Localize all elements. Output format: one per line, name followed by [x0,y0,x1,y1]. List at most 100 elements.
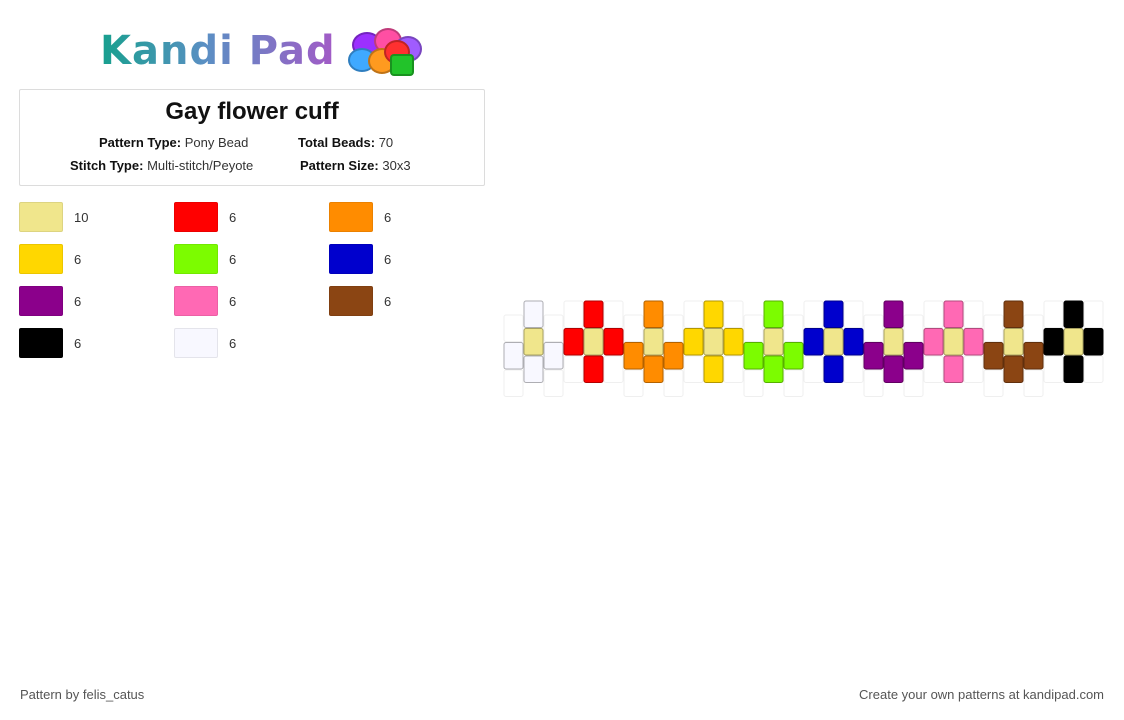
bead [763,355,784,383]
legend-item: 6 [329,286,391,316]
bead-count: 6 [384,251,392,267]
bead [503,342,524,370]
bead [823,355,844,383]
bead [863,342,884,370]
bead [1063,328,1084,356]
color-swatch [329,202,373,232]
bead [923,328,944,356]
bead [903,314,924,342]
bead [1043,328,1064,356]
bead [543,369,564,397]
pattern-author: Pattern by felis_catus [20,687,145,702]
bead [623,369,644,397]
bead [763,328,784,356]
bead [943,355,964,383]
color-swatch [174,244,218,274]
bead [783,369,804,397]
bead [843,355,864,383]
pattern-title: Gay flower cuff [165,98,339,125]
bead [803,328,824,356]
bead [1043,355,1064,383]
legend-item: 6 [19,328,81,358]
bead [543,342,564,370]
bead [743,369,764,397]
bead [763,300,784,328]
color-swatch [19,286,63,316]
bead [1003,328,1024,356]
bead [743,314,764,342]
bead [643,328,664,356]
bead [723,300,744,328]
bead [943,328,964,356]
bead [723,328,744,356]
bead [943,300,964,328]
color-swatch [174,328,218,358]
kandipad-promo-link[interactable]: Create your own patterns at kandipad.com [859,687,1104,702]
bead [563,355,584,383]
bead-count: 6 [229,335,237,351]
bead [683,328,704,356]
bead [983,314,1004,342]
bead-count: 6 [74,293,82,309]
bead-count: 10 [74,209,89,225]
bead [823,300,844,328]
bead [923,300,944,328]
legend-item: 6 [174,202,236,232]
bead [703,355,724,383]
pattern-size-value: 30x3 [382,158,411,173]
bead [1023,342,1044,370]
bead [783,342,804,370]
bead [803,355,824,383]
pattern-size-label: Pattern Size: [300,158,379,173]
bead-count: 6 [74,251,82,267]
bead-count: 6 [74,335,82,351]
bead [863,314,884,342]
bead [963,300,984,328]
color-legend: 10 6 6 6 6 6 6 6 6 6 6 [19,202,489,372]
legend-item: 6 [19,244,81,274]
bead-count: 6 [384,293,392,309]
bead [823,328,844,356]
pattern-type-value: Pony Bead [184,135,249,150]
logo-text: Kandi Pad [100,28,336,74]
bead [503,314,524,342]
bead [1023,369,1044,397]
kandipad-logo[interactable]: Kandi Pad [100,26,424,76]
bead [523,355,544,383]
total-beads-value: 70 [378,135,394,150]
legend-item: 6 [174,286,236,316]
color-swatch [19,202,63,232]
bead [983,342,1004,370]
bead [783,314,804,342]
bead [563,328,584,356]
total-beads-label: Total Beads: [298,135,376,150]
bead [903,342,924,370]
stitch-type-label: Stitch Type: [70,158,144,173]
bead [723,355,744,383]
bead [703,300,724,328]
legend-item: 10 [19,202,88,232]
legend-item: 6 [329,244,391,274]
color-swatch [329,286,373,316]
bead [1043,300,1064,328]
bead [603,328,624,356]
beads-icon [346,26,424,76]
bead [523,328,544,356]
bead [1083,355,1104,383]
pattern-type: Pattern Type: Pony Bead [99,135,248,150]
bead [643,355,664,383]
bead [923,355,944,383]
bead [623,342,644,370]
color-swatch [174,286,218,316]
color-swatch [174,202,218,232]
bead [1083,328,1104,356]
bead [803,300,824,328]
color-swatch [19,328,63,358]
bead [503,369,524,397]
bead-count: 6 [229,293,237,309]
bead [1023,314,1044,342]
bead [703,328,724,356]
bead [963,355,984,383]
bead-count: 6 [384,209,392,225]
bead [583,355,604,383]
